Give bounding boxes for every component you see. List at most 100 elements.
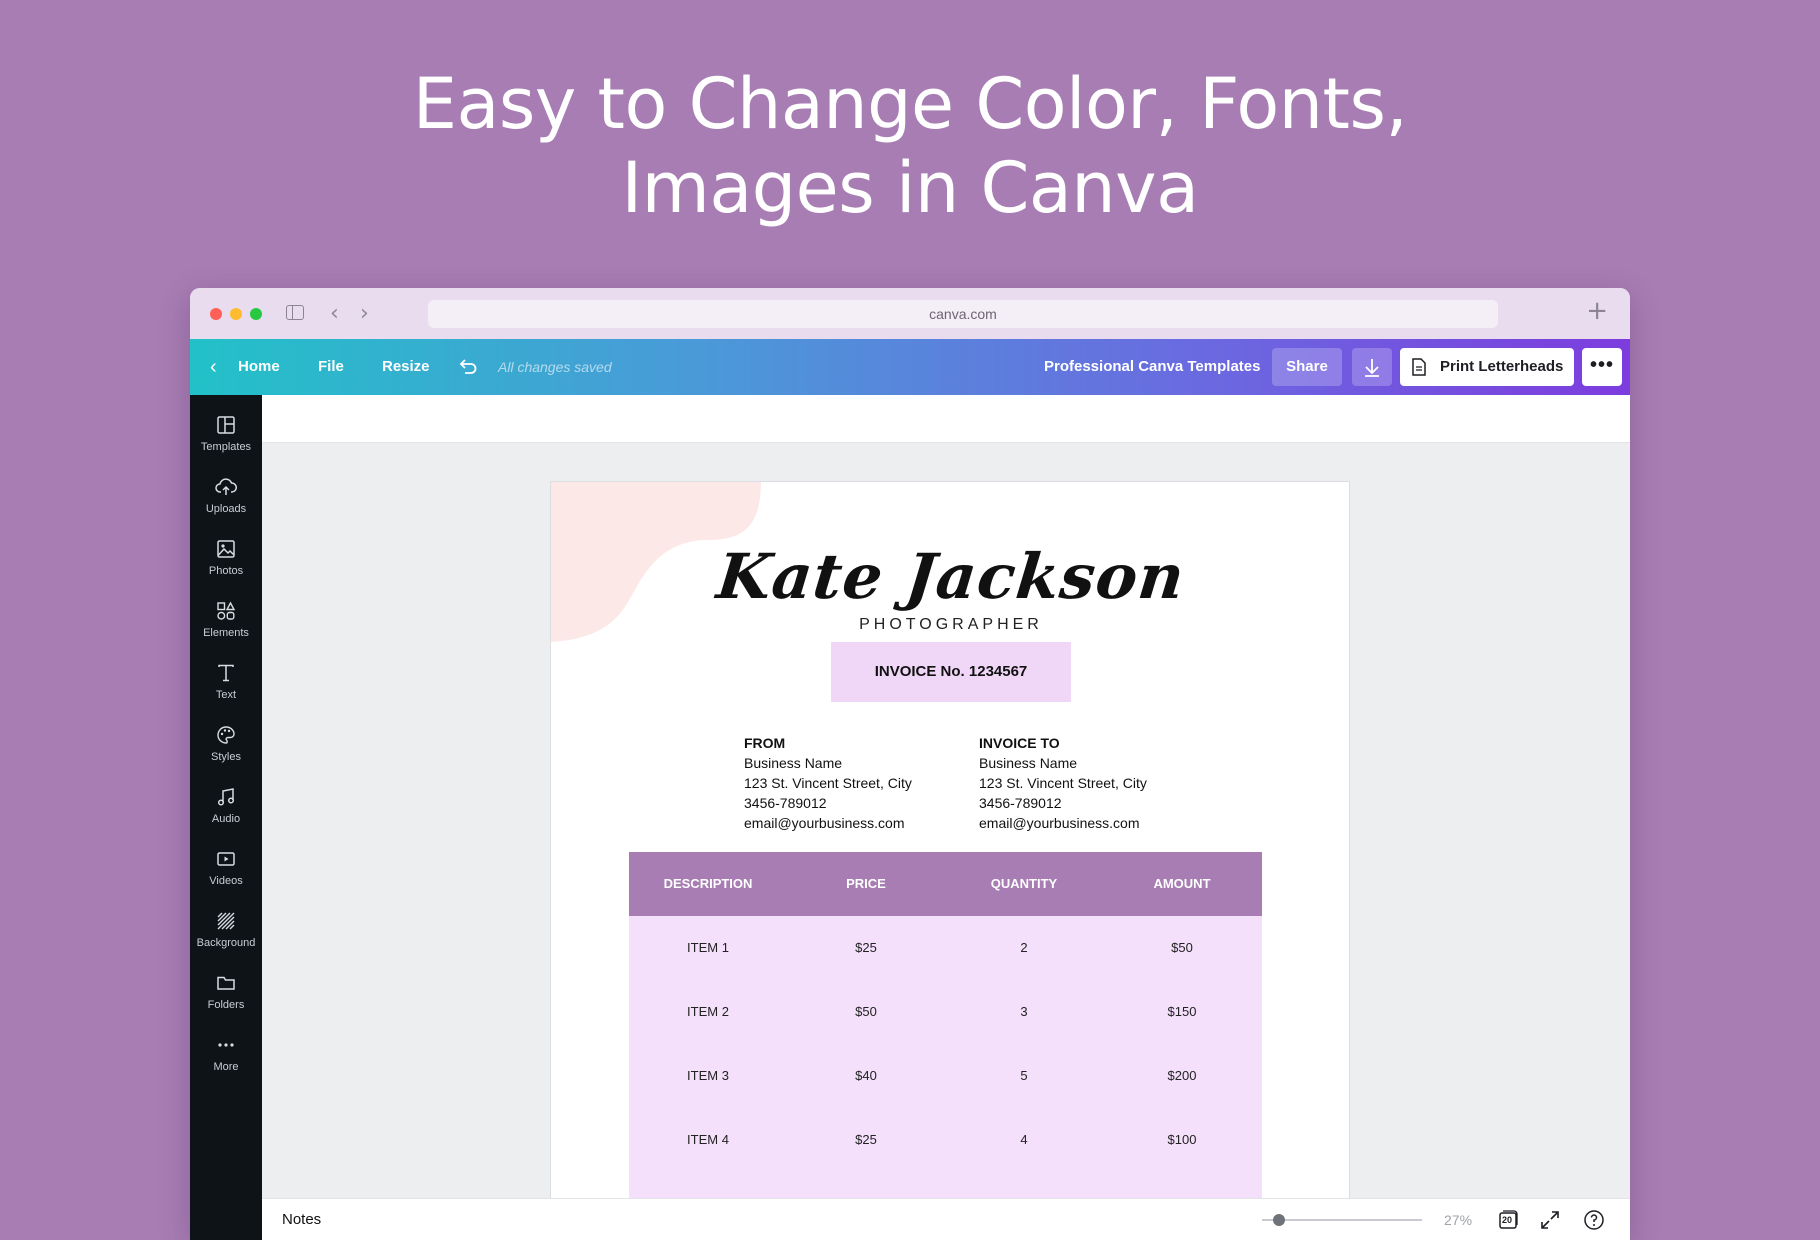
sidebar-item-templates[interactable]: Templates	[190, 407, 262, 469]
print-letterheads-label: Print Letterheads	[1440, 358, 1564, 375]
sidebar-item-text[interactable]: Text	[190, 655, 262, 717]
undo-icon[interactable]	[458, 339, 478, 395]
sidebar-item-elements[interactable]: Elements	[190, 593, 262, 655]
sidebar-item-styles[interactable]: Styles	[190, 717, 262, 779]
to-street: 123 St. Vincent Street, City	[979, 775, 1147, 791]
from-street: 123 St. Vincent Street, City	[744, 775, 912, 791]
table-cell: ITEM 3	[687, 1068, 729, 1083]
sidebar-item-label: Audio	[211, 813, 241, 825]
design-page[interactable]: Kate Jackson PHOTOGRAPHER INVOICE No. 12…	[550, 481, 1350, 1240]
minimize-window-button[interactable]	[230, 308, 242, 320]
more-options-button[interactable]: •••	[1582, 348, 1622, 386]
sidebar-item-audio[interactable]: Audio	[190, 779, 262, 841]
browser-window: ‹ › canva.com + ‹ Home File Resize All c…	[190, 288, 1630, 1240]
table-cell: 5	[1020, 1068, 1028, 1083]
table-cell: $25	[855, 1132, 877, 1147]
help-button[interactable]	[1582, 1208, 1606, 1232]
page-count-button[interactable]: 20	[1496, 1208, 1520, 1232]
invoice-table[interactable]: DESCRIPTION PRICE QUANTITY AMOUNT ITEM 1…	[629, 852, 1262, 1239]
column-header-price: PRICE	[846, 876, 886, 891]
notes-button[interactable]: Notes	[282, 1199, 321, 1240]
upload-cloud-icon	[215, 478, 237, 495]
sidebar-item-label: Styles	[211, 751, 241, 763]
table-cell: $50	[855, 1004, 877, 1019]
signature-name[interactable]: Kate Jackson	[551, 540, 1349, 613]
sidebar-item-label: Photos	[208, 565, 244, 577]
expand-icon	[1541, 1211, 1559, 1229]
browser-chrome: ‹ › canva.com +	[190, 288, 1630, 339]
sidebar-item-label: Uploads	[205, 503, 247, 515]
invoice-number[interactable]: INVOICE No. 1234567	[831, 642, 1071, 702]
headline-line-1: Easy to Change Color, Fonts,	[412, 63, 1408, 145]
table-cell: 2	[1020, 940, 1028, 955]
home-button[interactable]: Home	[238, 339, 280, 395]
sidebar-item-videos[interactable]: Videos	[190, 841, 262, 903]
save-status: All changes saved	[498, 359, 612, 375]
more-dots-icon	[218, 1043, 234, 1047]
sidebar-item-background[interactable]: Background	[190, 903, 262, 965]
sidebar-item-label: More	[213, 1061, 239, 1073]
file-menu-button[interactable]: File	[318, 339, 344, 395]
sidebar-item-label: Templates	[200, 441, 252, 453]
design-title[interactable]: Professional Canva Templates	[1044, 339, 1260, 395]
palette-icon	[217, 726, 235, 744]
sidebar-item-photos[interactable]: Photos	[190, 531, 262, 593]
table-cell: $200	[1167, 1068, 1197, 1083]
table-cell: 4	[1020, 1132, 1028, 1147]
table-header: DESCRIPTION PRICE QUANTITY AMOUNT	[629, 852, 1262, 916]
editor-sidebar: Templates Uploads Photos Elements Text S…	[190, 395, 262, 1240]
maximize-window-button[interactable]	[250, 308, 262, 320]
document-icon	[1412, 358, 1426, 376]
close-window-button[interactable]	[210, 308, 222, 320]
fullscreen-button[interactable]	[1538, 1208, 1562, 1232]
sidebar-item-label: Videos	[209, 875, 243, 887]
print-letterheads-button[interactable]: Print Letterheads	[1400, 348, 1574, 386]
new-tab-icon[interactable]: +	[1586, 296, 1608, 326]
table-cell: $150	[1167, 1004, 1197, 1019]
sidebar-toggle-icon[interactable]	[286, 305, 304, 320]
zoom-level[interactable]: 27%	[1444, 1199, 1472, 1240]
table-cell: $100	[1167, 1132, 1197, 1147]
chevron-left-icon[interactable]: ‹	[210, 339, 217, 395]
promo-headline: Easy to Change Color, Fonts, Images in C…	[0, 62, 1820, 230]
share-button[interactable]: Share	[1272, 348, 1342, 386]
table-cell: ITEM 4	[687, 1132, 729, 1147]
context-toolbar	[262, 395, 1630, 443]
sidebar-item-folders[interactable]: Folders	[190, 965, 262, 1027]
page-count: 20	[1502, 1215, 1513, 1225]
table-cell: ITEM 1	[687, 940, 729, 955]
table-cell: $25	[855, 940, 877, 955]
table-cell: $40	[855, 1068, 877, 1083]
to-business: Business Name	[979, 755, 1078, 771]
zoom-slider-handle[interactable]	[1273, 1214, 1285, 1226]
shapes-icon	[217, 601, 236, 620]
folder-icon	[217, 976, 235, 990]
download-button[interactable]	[1352, 348, 1392, 386]
to-email: email@yourbusiness.com	[979, 815, 1140, 831]
profession-label[interactable]: PHOTOGRAPHER	[551, 616, 1349, 634]
forward-arrow-icon[interactable]: ›	[360, 301, 369, 326]
to-phone: 3456-789012	[979, 795, 1062, 811]
back-arrow-icon[interactable]: ‹	[330, 301, 339, 326]
video-icon	[217, 852, 235, 866]
sidebar-item-more[interactable]: More	[190, 1027, 262, 1089]
to-address-block[interactable]: INVOICE TO Business Name 123 St. Vincent…	[979, 733, 1147, 833]
to-heading: INVOICE TO	[979, 735, 1060, 751]
templates-icon	[217, 416, 235, 434]
column-header-amount: AMOUNT	[1153, 876, 1211, 891]
bottom-bar: Notes 27% 20	[262, 1198, 1630, 1240]
from-business: Business Name	[744, 755, 843, 771]
from-email: email@yourbusiness.com	[744, 815, 905, 831]
from-heading: FROM	[744, 735, 786, 751]
sidebar-item-label: Folders	[207, 999, 245, 1011]
from-address-block[interactable]: FROM Business Name 123 St. Vincent Stree…	[744, 733, 912, 833]
table-cell: 3	[1020, 1004, 1028, 1019]
music-note-icon	[217, 788, 235, 806]
help-icon	[1584, 1210, 1604, 1230]
resize-button[interactable]: Resize	[382, 339, 430, 395]
address-bar[interactable]: canva.com	[428, 300, 1498, 328]
zoom-slider[interactable]	[1262, 1219, 1422, 1221]
headline-line-2: Images in Canva	[621, 147, 1199, 229]
sidebar-item-uploads[interactable]: Uploads	[190, 469, 262, 531]
sidebar-item-label: Background	[196, 937, 256, 949]
